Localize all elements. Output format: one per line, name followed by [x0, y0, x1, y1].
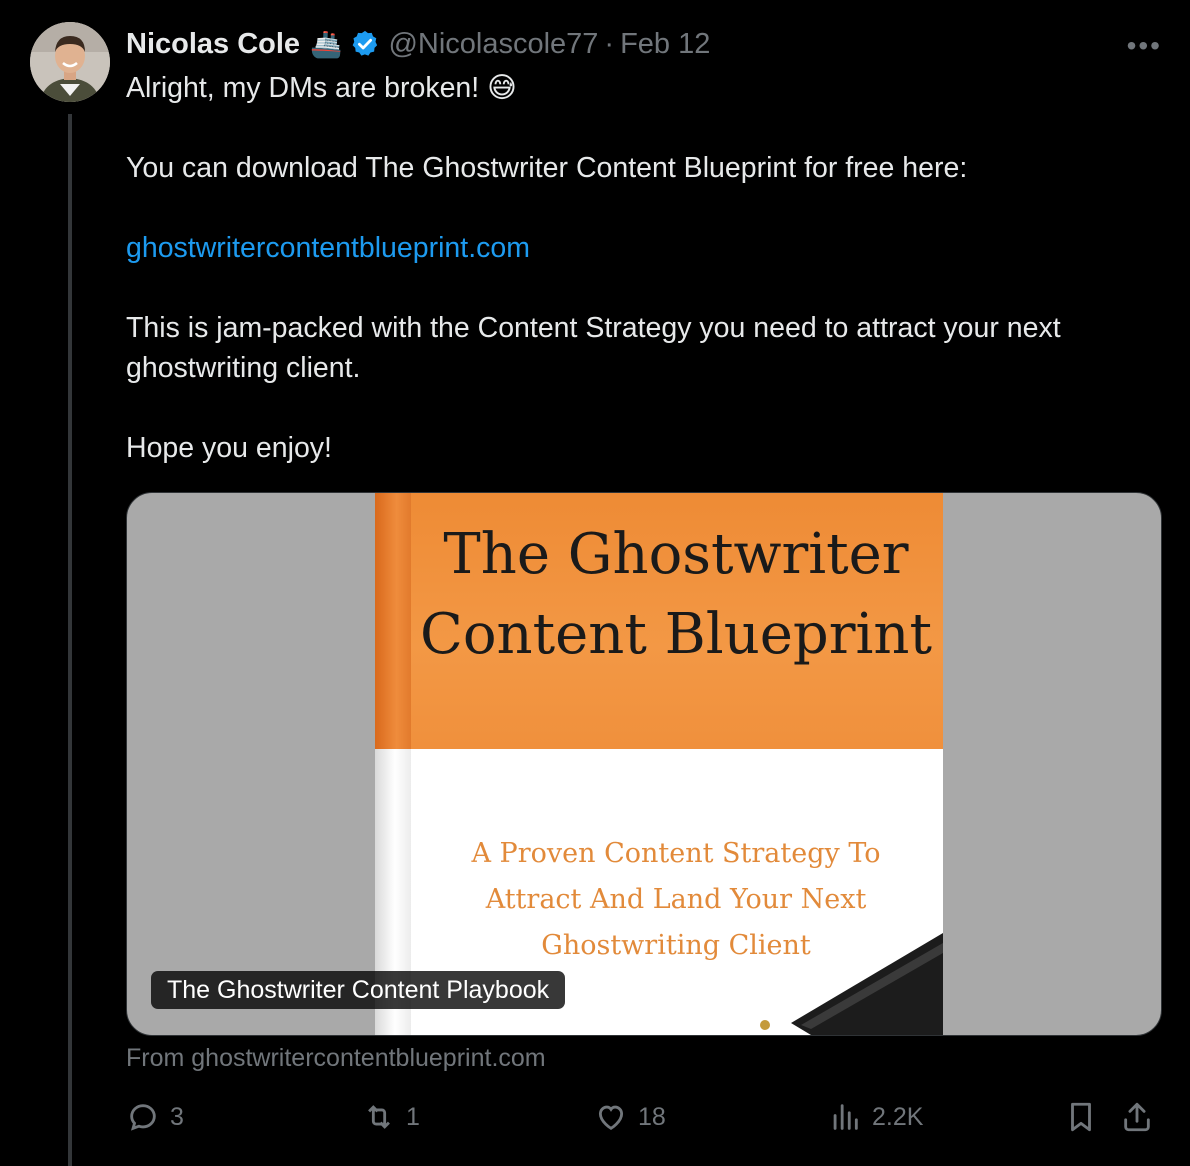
views-icon [833, 1104, 858, 1130]
heart-icon [598, 1105, 624, 1130]
tweet-date[interactable]: Feb 12 [620, 28, 710, 61]
book-title-line-1: The Ghostwriter [443, 522, 909, 587]
card-caption: The Ghostwriter Content Playbook [151, 971, 566, 1009]
book-cover-image: The Ghostwriter Content Blueprint A Prov… [375, 493, 943, 1035]
tweet-line-2: You can download The Ghostwriter Content… [126, 152, 968, 184]
link-card[interactable]: The Ghostwriter Content Blueprint A Prov… [126, 492, 1162, 1036]
tweet-line-4: Hope you enjoy! [126, 432, 332, 464]
card-source[interactable]: From ghostwritercontentblueprint.com [126, 1044, 546, 1073]
author-handle[interactable]: @Nicolascole77 [388, 28, 598, 61]
author-name[interactable]: Nicolas Cole [126, 28, 300, 61]
bookmark-button[interactable] [1064, 1100, 1098, 1134]
tweet-line-3: This is jam-packed with the Content Stra… [126, 312, 1069, 384]
reply-icon [130, 1104, 156, 1131]
action-bar: 3 1 18 2.2K [126, 1100, 1166, 1140]
repost-button[interactable]: 1 [362, 1100, 420, 1134]
thread-line [68, 114, 72, 1166]
like-button[interactable]: 18 [594, 1100, 666, 1134]
separator-dot: · [604, 27, 615, 60]
bookmark-icon [1071, 1102, 1091, 1132]
views-count: 2.2K [872, 1102, 924, 1131]
like-count: 18 [638, 1102, 666, 1131]
share-icon [1124, 1102, 1150, 1132]
book-title: The Ghostwriter Content Blueprint [411, 515, 941, 675]
views-button[interactable]: 2.2K [828, 1100, 923, 1134]
tweet-header: Nicolas Cole 🚢 @Nicolascole77 · Feb 12 [126, 26, 710, 62]
tweet-text: Alright, my DMs are broken! 😅 You can do… [126, 68, 1166, 468]
repost-count: 1 [406, 1102, 420, 1131]
tweet-line-1: Alright, my DMs are broken! 😅 [126, 72, 517, 104]
tweet-link[interactable]: ghostwritercontentblueprint.com [126, 232, 530, 264]
ship-emoji: 🚢 [310, 28, 343, 59]
more-icon[interactable]: ••• [1127, 30, 1162, 62]
reply-count: 3 [170, 1102, 184, 1131]
reply-button[interactable]: 3 [126, 1100, 184, 1134]
book-subtitle-line-1: A Proven Content Strategy To [471, 838, 881, 869]
verified-badge-icon[interactable] [350, 29, 380, 59]
avatar[interactable] [30, 22, 110, 102]
repost-icon [368, 1105, 390, 1129]
book-subtitle-line-2: Attract And Land Your Next [485, 884, 867, 915]
share-button[interactable] [1120, 1100, 1154, 1134]
book-corner-graphic [760, 933, 943, 1035]
book-title-line-2: Content Blueprint [419, 602, 932, 667]
